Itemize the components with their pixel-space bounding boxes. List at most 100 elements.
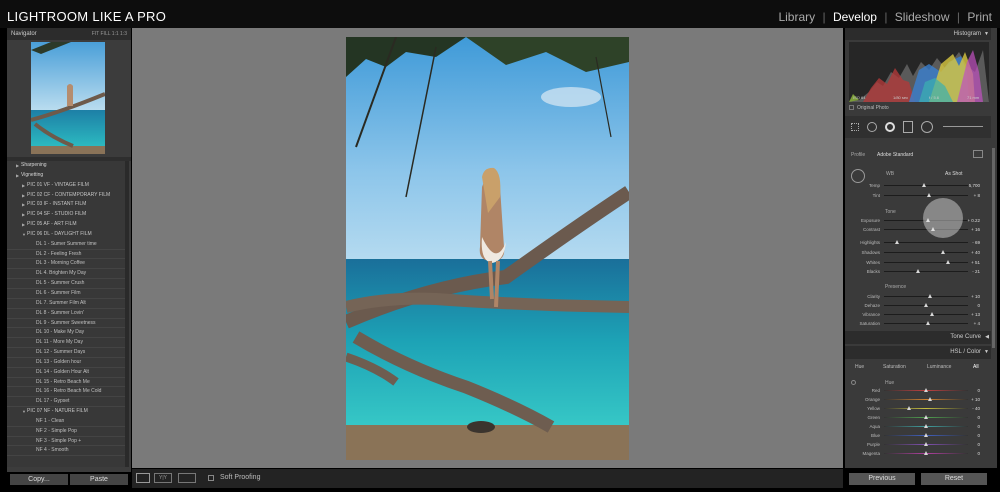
collapse-triangle-icon[interactable]: ▶ xyxy=(22,200,25,210)
right-panel-scrollbar[interactable] xyxy=(992,148,995,348)
slider-knob[interactable] xyxy=(924,433,928,437)
preset-label: DL 17 - Gypset xyxy=(36,398,70,405)
preset-item[interactable]: DL 4. Brighten My Day xyxy=(7,269,125,280)
slider-track[interactable] xyxy=(884,408,968,409)
slider-aqua[interactable]: Aqua 0 xyxy=(845,422,991,431)
module-slideshow[interactable]: Slideshow xyxy=(895,10,950,24)
preset-item[interactable]: DL 17 - Gypset xyxy=(7,397,125,408)
before-after-split-icon[interactable] xyxy=(178,473,196,483)
preset-group[interactable]: ▶ PIC 05 AF - ART FILM xyxy=(7,220,125,230)
preset-label: NF 4 - Smooth xyxy=(36,447,69,454)
slider-red[interactable]: Red 0 xyxy=(845,386,991,395)
collapse-triangle-icon[interactable]: ▶ xyxy=(22,220,25,230)
slider-knob[interactable] xyxy=(907,406,912,410)
module-print[interactable]: Print xyxy=(967,10,992,24)
collapse-triangle-icon[interactable]: ▶ xyxy=(22,210,25,220)
preset-item[interactable]: DL 5 - Summer Crush xyxy=(7,279,125,289)
paste-button[interactable]: Paste xyxy=(70,474,128,485)
soft-proofing-checkbox[interactable] xyxy=(208,475,214,481)
preset-label: DL 2 - Feeling Fresh xyxy=(36,250,82,257)
collapse-triangle-icon[interactable]: ▶ xyxy=(16,171,19,181)
slider-knob[interactable] xyxy=(924,388,928,392)
presets-scrollbar[interactable] xyxy=(125,161,129,467)
preset-item[interactable]: DL 6 - Summer Film xyxy=(7,289,125,299)
slider-value[interactable]: 0 xyxy=(977,424,980,429)
slider-blue[interactable]: Blue 0 xyxy=(845,431,991,440)
main-photo[interactable] xyxy=(346,37,629,460)
preset-group[interactable]: ▶ Vignetting xyxy=(7,171,125,181)
slider-label: Blue xyxy=(870,433,880,438)
preset-item[interactable]: DL 8 - Summer Lovin' xyxy=(7,309,125,319)
slider-yellow[interactable]: Yellow - 40 xyxy=(845,404,991,413)
collapse-triangle-icon[interactable]: ▶ xyxy=(16,161,19,171)
preset-group[interactable]: ▶ PIC 02 CF - CONTEMPORARY FILM xyxy=(7,191,125,201)
preset-label: DL 15 - Retro Beach Me xyxy=(36,378,90,385)
navigator-thumbnail[interactable] xyxy=(31,42,105,154)
preset-item[interactable]: DL 11 - More My Day xyxy=(7,338,125,349)
preset-label: DL 10 - Make My Day xyxy=(36,329,85,336)
slider-knob[interactable] xyxy=(924,415,928,419)
collapse-triangle-icon[interactable]: ▶ xyxy=(22,181,25,191)
preset-item[interactable]: DL 14 - Golden Hour Alt xyxy=(7,368,125,378)
preset-item[interactable]: DL 16 - Retro Beach Me Cold xyxy=(7,387,125,398)
slider-purple[interactable]: Purple 0 xyxy=(845,440,991,449)
reset-button[interactable]: Reset xyxy=(921,473,987,485)
slider-label: Aqua xyxy=(869,424,880,429)
preset-item[interactable]: DL 1 - Sumer Summer time xyxy=(7,240,125,250)
slider-value[interactable]: + 10 xyxy=(971,397,980,402)
slider-value[interactable]: 0 xyxy=(977,433,980,438)
preset-item[interactable]: DL 13 - Golden hour xyxy=(7,358,125,368)
slider-track[interactable] xyxy=(884,399,968,400)
before-after-icon[interactable]: Y|Y xyxy=(154,473,172,483)
slider-label: Yellow xyxy=(867,406,880,411)
slider-value[interactable]: 0 xyxy=(977,451,980,456)
slider-value[interactable]: - 40 xyxy=(972,406,980,411)
preset-group[interactable]: ▼ PIC 06 DL - DAYLIGHT FILM xyxy=(7,230,125,240)
slider-orange[interactable]: Orange + 10 xyxy=(845,395,991,404)
loupe-view-icon[interactable] xyxy=(136,473,150,483)
slider-knob[interactable] xyxy=(924,424,928,428)
slider-value[interactable]: 0 xyxy=(977,442,980,447)
preset-label: DL 3 - Morning Coffee xyxy=(36,260,85,267)
preset-item[interactable]: NF 3 - Simple Pop + xyxy=(7,437,125,447)
module-develop[interactable]: Develop xyxy=(833,10,877,24)
preset-label: DL 6 - Summer Film xyxy=(36,289,81,296)
preset-item[interactable]: DL 9 - Summer Sweetness xyxy=(7,319,125,329)
preset-group[interactable]: ▶ Sharpening xyxy=(7,161,125,171)
previous-button[interactable]: Previous xyxy=(849,473,915,485)
preset-item[interactable]: DL 7. Summer Film Alt xyxy=(7,299,125,309)
slider-magenta[interactable]: Magenta 0 xyxy=(845,449,991,458)
expand-triangle-icon[interactable]: ▼ xyxy=(22,230,26,240)
preset-item[interactable]: DL 12 - Summer Days xyxy=(7,348,125,358)
preset-group[interactable]: ▶ PIC 03 IF - INSTANT FILM xyxy=(7,200,125,210)
navigator-header[interactable]: Navigator FIT FILL 1:1 1:3 xyxy=(7,28,131,40)
copy-button[interactable]: Copy... xyxy=(10,474,68,485)
preset-label: DL 4. Brighten My Day xyxy=(36,270,87,277)
collapse-triangle-icon[interactable]: ▶ xyxy=(22,191,25,201)
slider-knob[interactable] xyxy=(924,451,928,455)
preset-label: DL 8 - Summer Lovin' xyxy=(36,309,85,316)
preset-label: PIC 04 SF - STUDIO FILM xyxy=(27,211,87,218)
preset-item[interactable]: DL 2 - Feeling Fresh xyxy=(7,250,125,260)
preset-item[interactable]: NF 2 - Simple Pop xyxy=(7,427,125,437)
preset-item[interactable]: NF 1 - Clean xyxy=(7,417,125,427)
navigator-zoom-options[interactable]: FIT FILL 1:1 1:3 xyxy=(92,28,127,40)
module-separator: | xyxy=(822,10,826,24)
preset-item[interactable]: DL 3 - Morning Coffee xyxy=(7,259,125,270)
preset-item[interactable]: DL 15 - Retro Beach Me xyxy=(7,378,125,388)
slider-knob[interactable] xyxy=(928,397,933,401)
slider-knob[interactable] xyxy=(924,442,928,446)
slider-value[interactable]: 0 xyxy=(977,415,980,420)
expand-triangle-icon[interactable]: ▼ xyxy=(22,407,26,417)
preset-group[interactable]: ▼ PIC 07 NF - NATURE FILM xyxy=(7,407,125,417)
preset-label: DL 12 - Summer Days xyxy=(36,349,86,356)
preset-group[interactable]: ▶ PIC 04 SF - STUDIO FILM xyxy=(7,210,125,220)
preset-item[interactable]: NF 4 - Smooth xyxy=(7,446,125,457)
slider-label: Green xyxy=(867,415,880,420)
preset-label: NF 2 - Simple Pop xyxy=(36,427,77,434)
module-library[interactable]: Library xyxy=(778,10,815,24)
slider-green[interactable]: Green 0 xyxy=(845,413,991,422)
preset-item[interactable]: DL 10 - Make My Day xyxy=(7,328,125,339)
slider-value[interactable]: 0 xyxy=(977,388,980,393)
preset-group[interactable]: ▶ PIC 01 VF - VINTAGE FILM xyxy=(7,181,125,191)
